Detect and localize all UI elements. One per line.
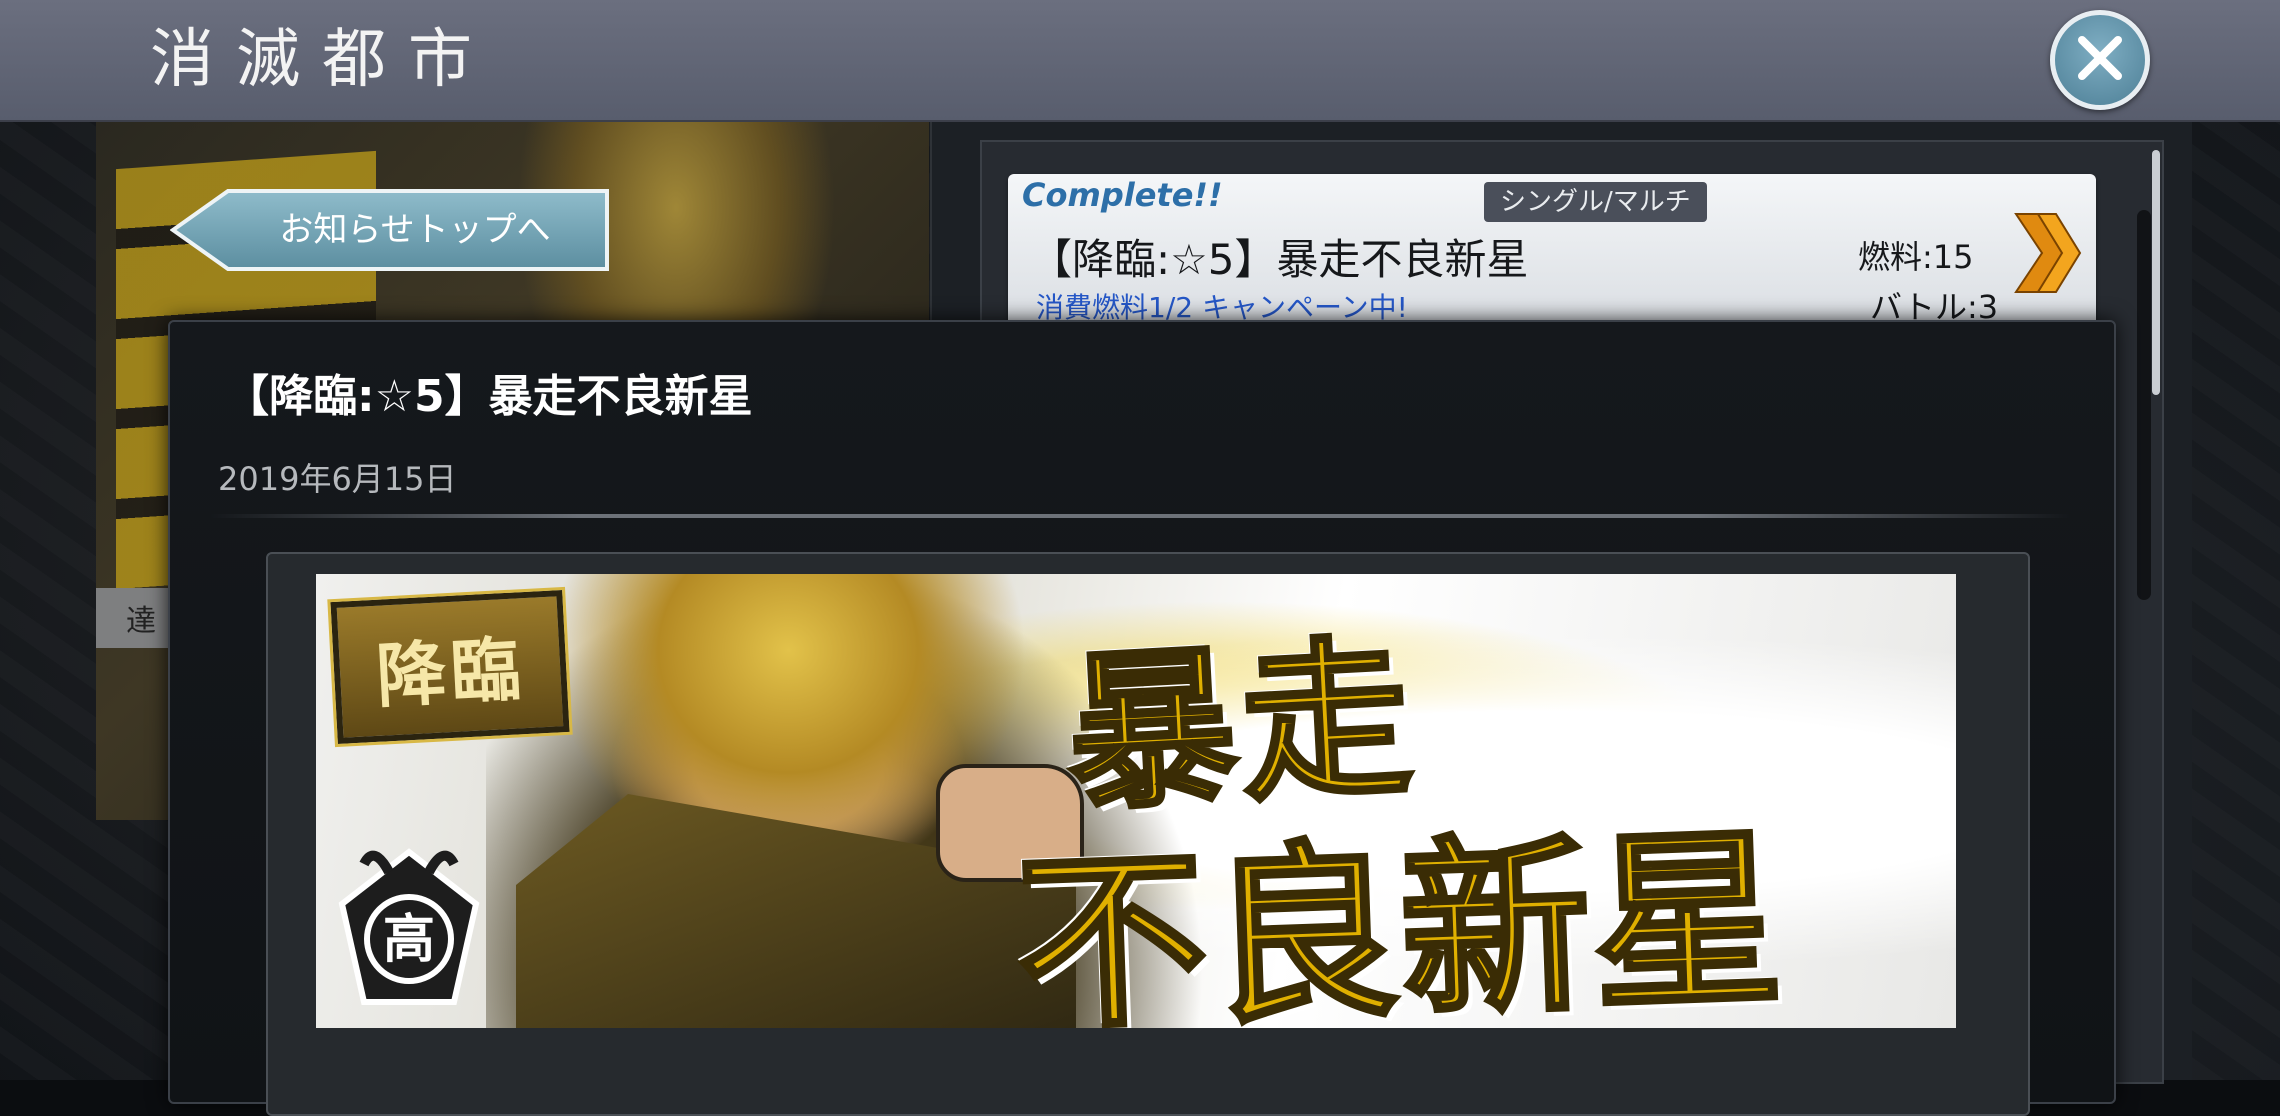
- double-chevron-right-icon[interactable]: [2012, 208, 2082, 302]
- news-date: 2019年6月15日: [218, 460, 457, 498]
- banner-headline: 暴走 不良新星: [1011, 588, 1946, 1028]
- news-title: 【降臨:☆5】暴走不良新星: [225, 371, 753, 422]
- banner-frame: 降臨 高 暴走 不良新星: [266, 552, 2030, 1116]
- close-button[interactable]: [2050, 10, 2150, 110]
- mode-badge: シングル/マルチ: [1484, 182, 1707, 222]
- scrollbar-thumb[interactable]: [2152, 150, 2160, 395]
- kourin-badge: 降臨: [327, 586, 573, 748]
- quest-card[interactable]: Complete!! シングル/マルチ 【降臨:☆5】暴走不良新星 消費燃料1/…: [1008, 174, 2096, 334]
- quest-card-title: 【降臨:☆5】暴走不良新星: [1030, 235, 1529, 284]
- top-bar: 消滅都市: [0, 0, 2280, 122]
- back-to-news-top-button[interactable]: お知らせトップへ: [170, 188, 610, 272]
- fuel-cost: 燃料:15: [1858, 238, 1974, 276]
- banner-headline-line2: 不良新星: [1011, 805, 1790, 1028]
- title-divider: [210, 514, 2070, 518]
- scrollbar-track[interactable]: [2137, 210, 2151, 600]
- school-crest-icon: 高: [334, 844, 484, 1014]
- news-detail-modal: 【降臨:☆5】暴走不良新星 2019年6月15日 降臨 高 暴走 不良新星: [168, 320, 2116, 1116]
- back-button-label: お知らせトップへ: [279, 210, 551, 250]
- kourin-badge-text: 降臨: [374, 626, 527, 718]
- app-title: 消滅都市: [150, 23, 494, 97]
- school-crest-text: 高: [383, 909, 435, 970]
- event-banner-image: 降臨 高 暴走 不良新星: [316, 574, 1956, 1028]
- close-icon: [2072, 30, 2128, 90]
- complete-label: Complete!!: [1022, 176, 1223, 214]
